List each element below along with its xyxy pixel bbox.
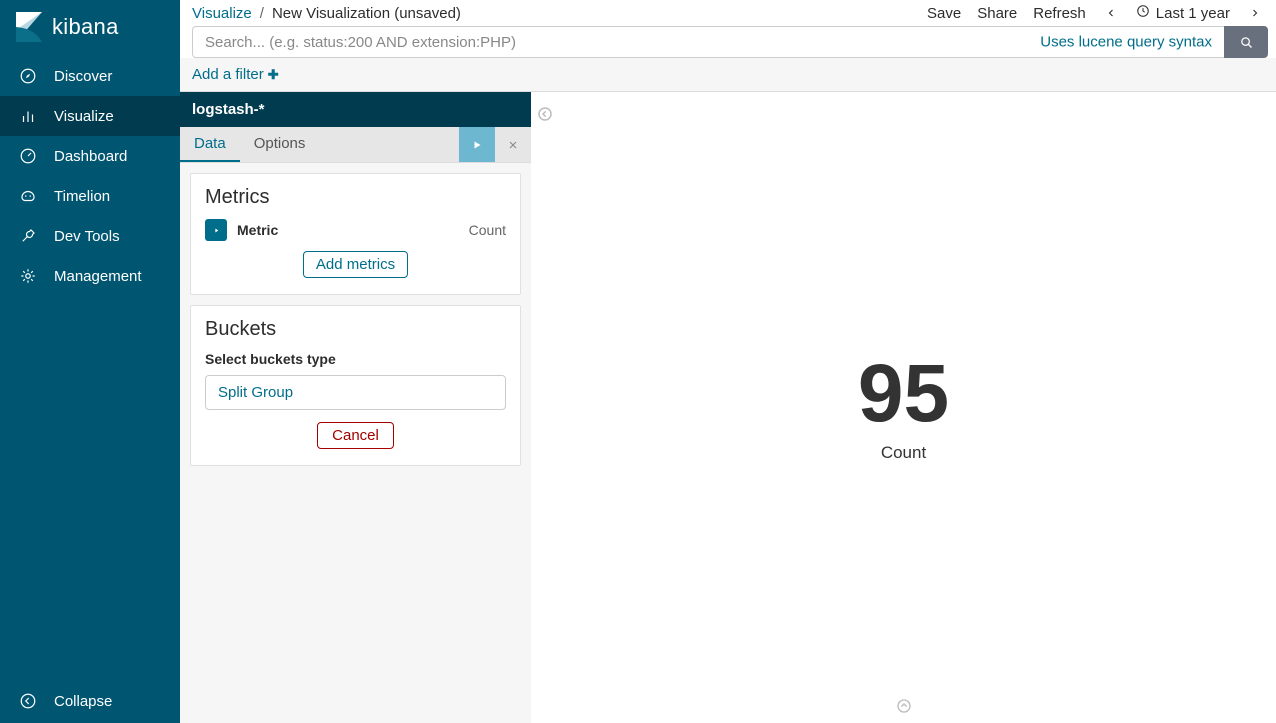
nav-management[interactable]: Management [0, 256, 180, 296]
discard-changes-button[interactable] [495, 127, 531, 162]
refresh-button[interactable]: Refresh [1033, 5, 1086, 22]
time-range-label: Last 1 year [1156, 5, 1230, 22]
metric-expand-button[interactable] [205, 219, 227, 241]
nav-label: Discover [54, 68, 112, 85]
add-filter-button[interactable]: Add a filter ✚ [192, 66, 279, 83]
metric-label: Metric [237, 222, 459, 238]
sidebar: kibana Discover Visualize Dashboard Time… [0, 0, 180, 723]
nav-discover[interactable]: Discover [0, 56, 180, 96]
metrics-title: Metrics [205, 186, 506, 209]
nav-timelion[interactable]: Timelion [0, 176, 180, 216]
gauge-icon [18, 146, 38, 166]
plus-icon: ✚ [268, 67, 279, 83]
index-pattern-header[interactable]: logstash-* [180, 92, 531, 127]
config-scroll: Metrics Metric Count Add metrics Buckets [180, 163, 531, 476]
gear-icon [18, 266, 38, 286]
nav-label: Timelion [54, 188, 110, 205]
timelion-icon [18, 186, 38, 206]
brand-text: kibana [52, 14, 119, 40]
add-metrics-button[interactable]: Add metrics [303, 251, 408, 278]
nav-label: Dev Tools [54, 228, 120, 245]
nav-visualize[interactable]: Visualize [0, 96, 180, 136]
clock-icon [1136, 4, 1150, 22]
visualization-canvas: 95 Count [531, 92, 1276, 723]
top-actions: Save Share Refresh Last 1 year [927, 4, 1270, 22]
collapse-label: Collapse [54, 693, 112, 710]
sidebar-collapse[interactable]: Collapse [0, 679, 180, 723]
time-next-button[interactable] [1246, 4, 1264, 22]
search-wrap: Uses lucene query syntax [192, 26, 1224, 58]
filter-bar: Add a filter ✚ [180, 58, 1276, 92]
wrench-icon [18, 226, 38, 246]
breadcrumb-sep: / [260, 5, 264, 22]
kibana-logo-icon [16, 12, 42, 42]
metric-row[interactable]: Metric Count [205, 219, 506, 241]
tab-data[interactable]: Data [180, 127, 240, 162]
buckets-card: Buckets Select buckets type Split Group … [190, 305, 521, 466]
buckets-select-label: Select buckets type [205, 351, 506, 367]
nav-dashboard[interactable]: Dashboard [0, 136, 180, 176]
search-submit-button[interactable] [1224, 26, 1268, 58]
scroll-top-button[interactable] [896, 698, 912, 717]
buckets-title: Buckets [205, 318, 506, 341]
breadcrumb: Visualize / New Visualization (unsaved) [192, 5, 921, 22]
time-prev-button[interactable] [1102, 4, 1120, 22]
config-tabs: Data Options [180, 127, 531, 163]
bucket-type-option[interactable]: Split Group [205, 375, 506, 410]
breadcrumb-root[interactable]: Visualize [192, 5, 252, 22]
lucene-syntax-link[interactable]: Uses lucene query syntax [1040, 34, 1212, 51]
metric-value: 95 [858, 353, 949, 435]
cancel-button[interactable]: Cancel [317, 422, 394, 449]
metric-visualization: 95 Count [858, 353, 949, 463]
chevron-up-circle-icon [896, 698, 912, 714]
play-icon [471, 139, 483, 151]
nav: Discover Visualize Dashboard Timelion De… [0, 56, 180, 296]
panel-collapse-button[interactable] [537, 106, 553, 125]
breadcrumb-current: New Visualization (unsaved) [272, 5, 461, 22]
apply-changes-button[interactable] [459, 127, 495, 162]
save-button[interactable]: Save [927, 5, 961, 22]
compass-icon [18, 66, 38, 86]
add-filter-label: Add a filter [192, 66, 264, 83]
collapse-left-icon [18, 691, 38, 711]
topbar: Visualize / New Visualization (unsaved) … [180, 0, 1276, 26]
share-button[interactable]: Share [977, 5, 1017, 22]
tab-options[interactable]: Options [240, 127, 320, 162]
caret-right-icon [213, 226, 220, 235]
chevron-left-circle-icon [537, 106, 553, 122]
brand-row: kibana [0, 0, 180, 56]
metrics-card: Metrics Metric Count Add metrics [190, 173, 521, 295]
search-icon [1239, 35, 1254, 50]
metric-agg-value: Count [469, 222, 506, 238]
nav-devtools[interactable]: Dev Tools [0, 216, 180, 256]
nav-label: Visualize [54, 108, 114, 125]
metric-label: Count [858, 443, 949, 463]
workspace: logstash-* Data Options Metrics [180, 92, 1276, 723]
nav-label: Dashboard [54, 148, 127, 165]
time-picker[interactable]: Last 1 year [1136, 4, 1230, 22]
close-icon [507, 139, 519, 151]
main: Visualize / New Visualization (unsaved) … [180, 0, 1276, 723]
search-row: Uses lucene query syntax [180, 26, 1276, 58]
bar-chart-icon [18, 106, 38, 126]
nav-label: Management [54, 268, 142, 285]
config-panel: logstash-* Data Options Metrics [180, 92, 531, 723]
